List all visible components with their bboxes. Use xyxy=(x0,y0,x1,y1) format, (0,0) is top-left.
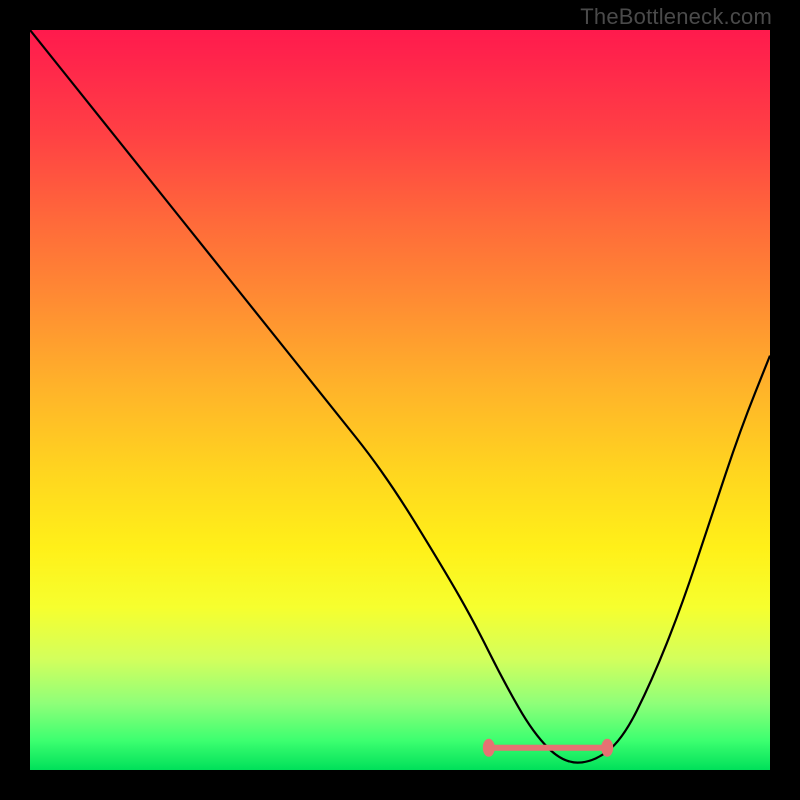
curve-svg xyxy=(30,30,770,770)
optimal-range-marker-right xyxy=(601,739,613,757)
bottleneck-curve xyxy=(30,30,770,763)
optimal-range-marker-left xyxy=(483,739,495,757)
chart-frame: TheBottleneck.com xyxy=(0,0,800,800)
plot-area xyxy=(30,30,770,770)
watermark-text: TheBottleneck.com xyxy=(580,4,772,30)
